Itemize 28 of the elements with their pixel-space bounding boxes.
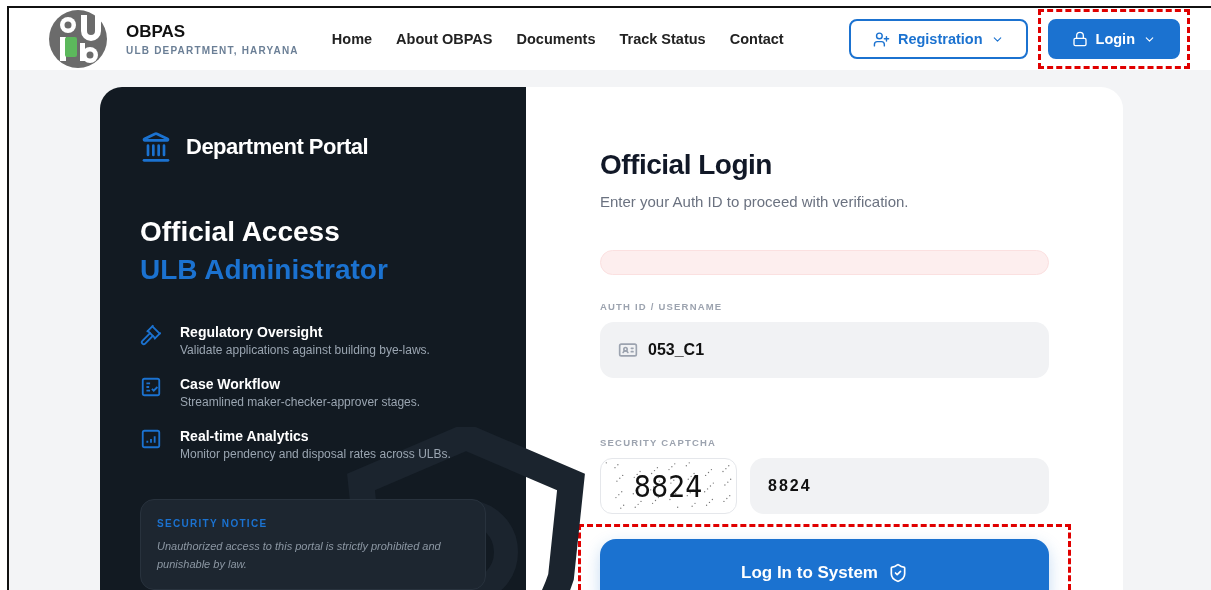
username-field[interactable]: 053_C1 bbox=[600, 322, 1049, 378]
feature-description: Monitor pendency and disposal rates across ULBs. bbox=[180, 447, 451, 461]
form-subtitle: Enter your Auth ID to proceed with verification. bbox=[600, 193, 910, 210]
registration-button[interactable]: Registration bbox=[848, 19, 1028, 59]
login-button[interactable]: Login bbox=[1047, 19, 1180, 59]
feature-title: Regulatory Oversight bbox=[180, 324, 324, 340]
notice-title: SECURITY NOTICE bbox=[157, 518, 269, 529]
panel-heading: Official Access bbox=[140, 215, 341, 249]
nav-link[interactable]: Home bbox=[331, 31, 373, 47]
nav-link[interactable]: Track Status bbox=[619, 31, 706, 47]
nav-link[interactable]: About OBPAS bbox=[396, 31, 493, 47]
form-title: Official Login bbox=[600, 149, 773, 181]
captcha-image: 8824 bbox=[600, 458, 737, 514]
feature-description: Streamlined maker-checker-approver stages. bbox=[180, 395, 421, 409]
brand-subtitle: ULB DEPARTMENT, HARYANA bbox=[126, 45, 299, 56]
field-label: SECURITY CAPTCHA bbox=[600, 437, 718, 448]
feature-title: Case Workflow bbox=[180, 376, 282, 392]
brand-name: OBPAS bbox=[126, 22, 187, 42]
login-submit-button[interactable]: Log In to System bbox=[600, 539, 1049, 590]
portal-title: Department Portal bbox=[186, 134, 369, 160]
panel-subheading: ULB Administrator bbox=[140, 253, 389, 287]
captcha-field[interactable]: 8824 bbox=[750, 458, 1049, 514]
nav-link[interactable]: Contact bbox=[729, 31, 784, 47]
feature-description: Validate applications against building bye-laws. bbox=[180, 343, 430, 357]
notice-text: Unauthorized access to this portal is strictly prohibited and punishable by law. bbox=[157, 539, 442, 572]
feature-title: Real-time Analytics bbox=[180, 428, 310, 444]
nav-link[interactable]: Documents bbox=[516, 31, 596, 47]
field-label: AUTH ID / USERNAME bbox=[600, 301, 724, 312]
